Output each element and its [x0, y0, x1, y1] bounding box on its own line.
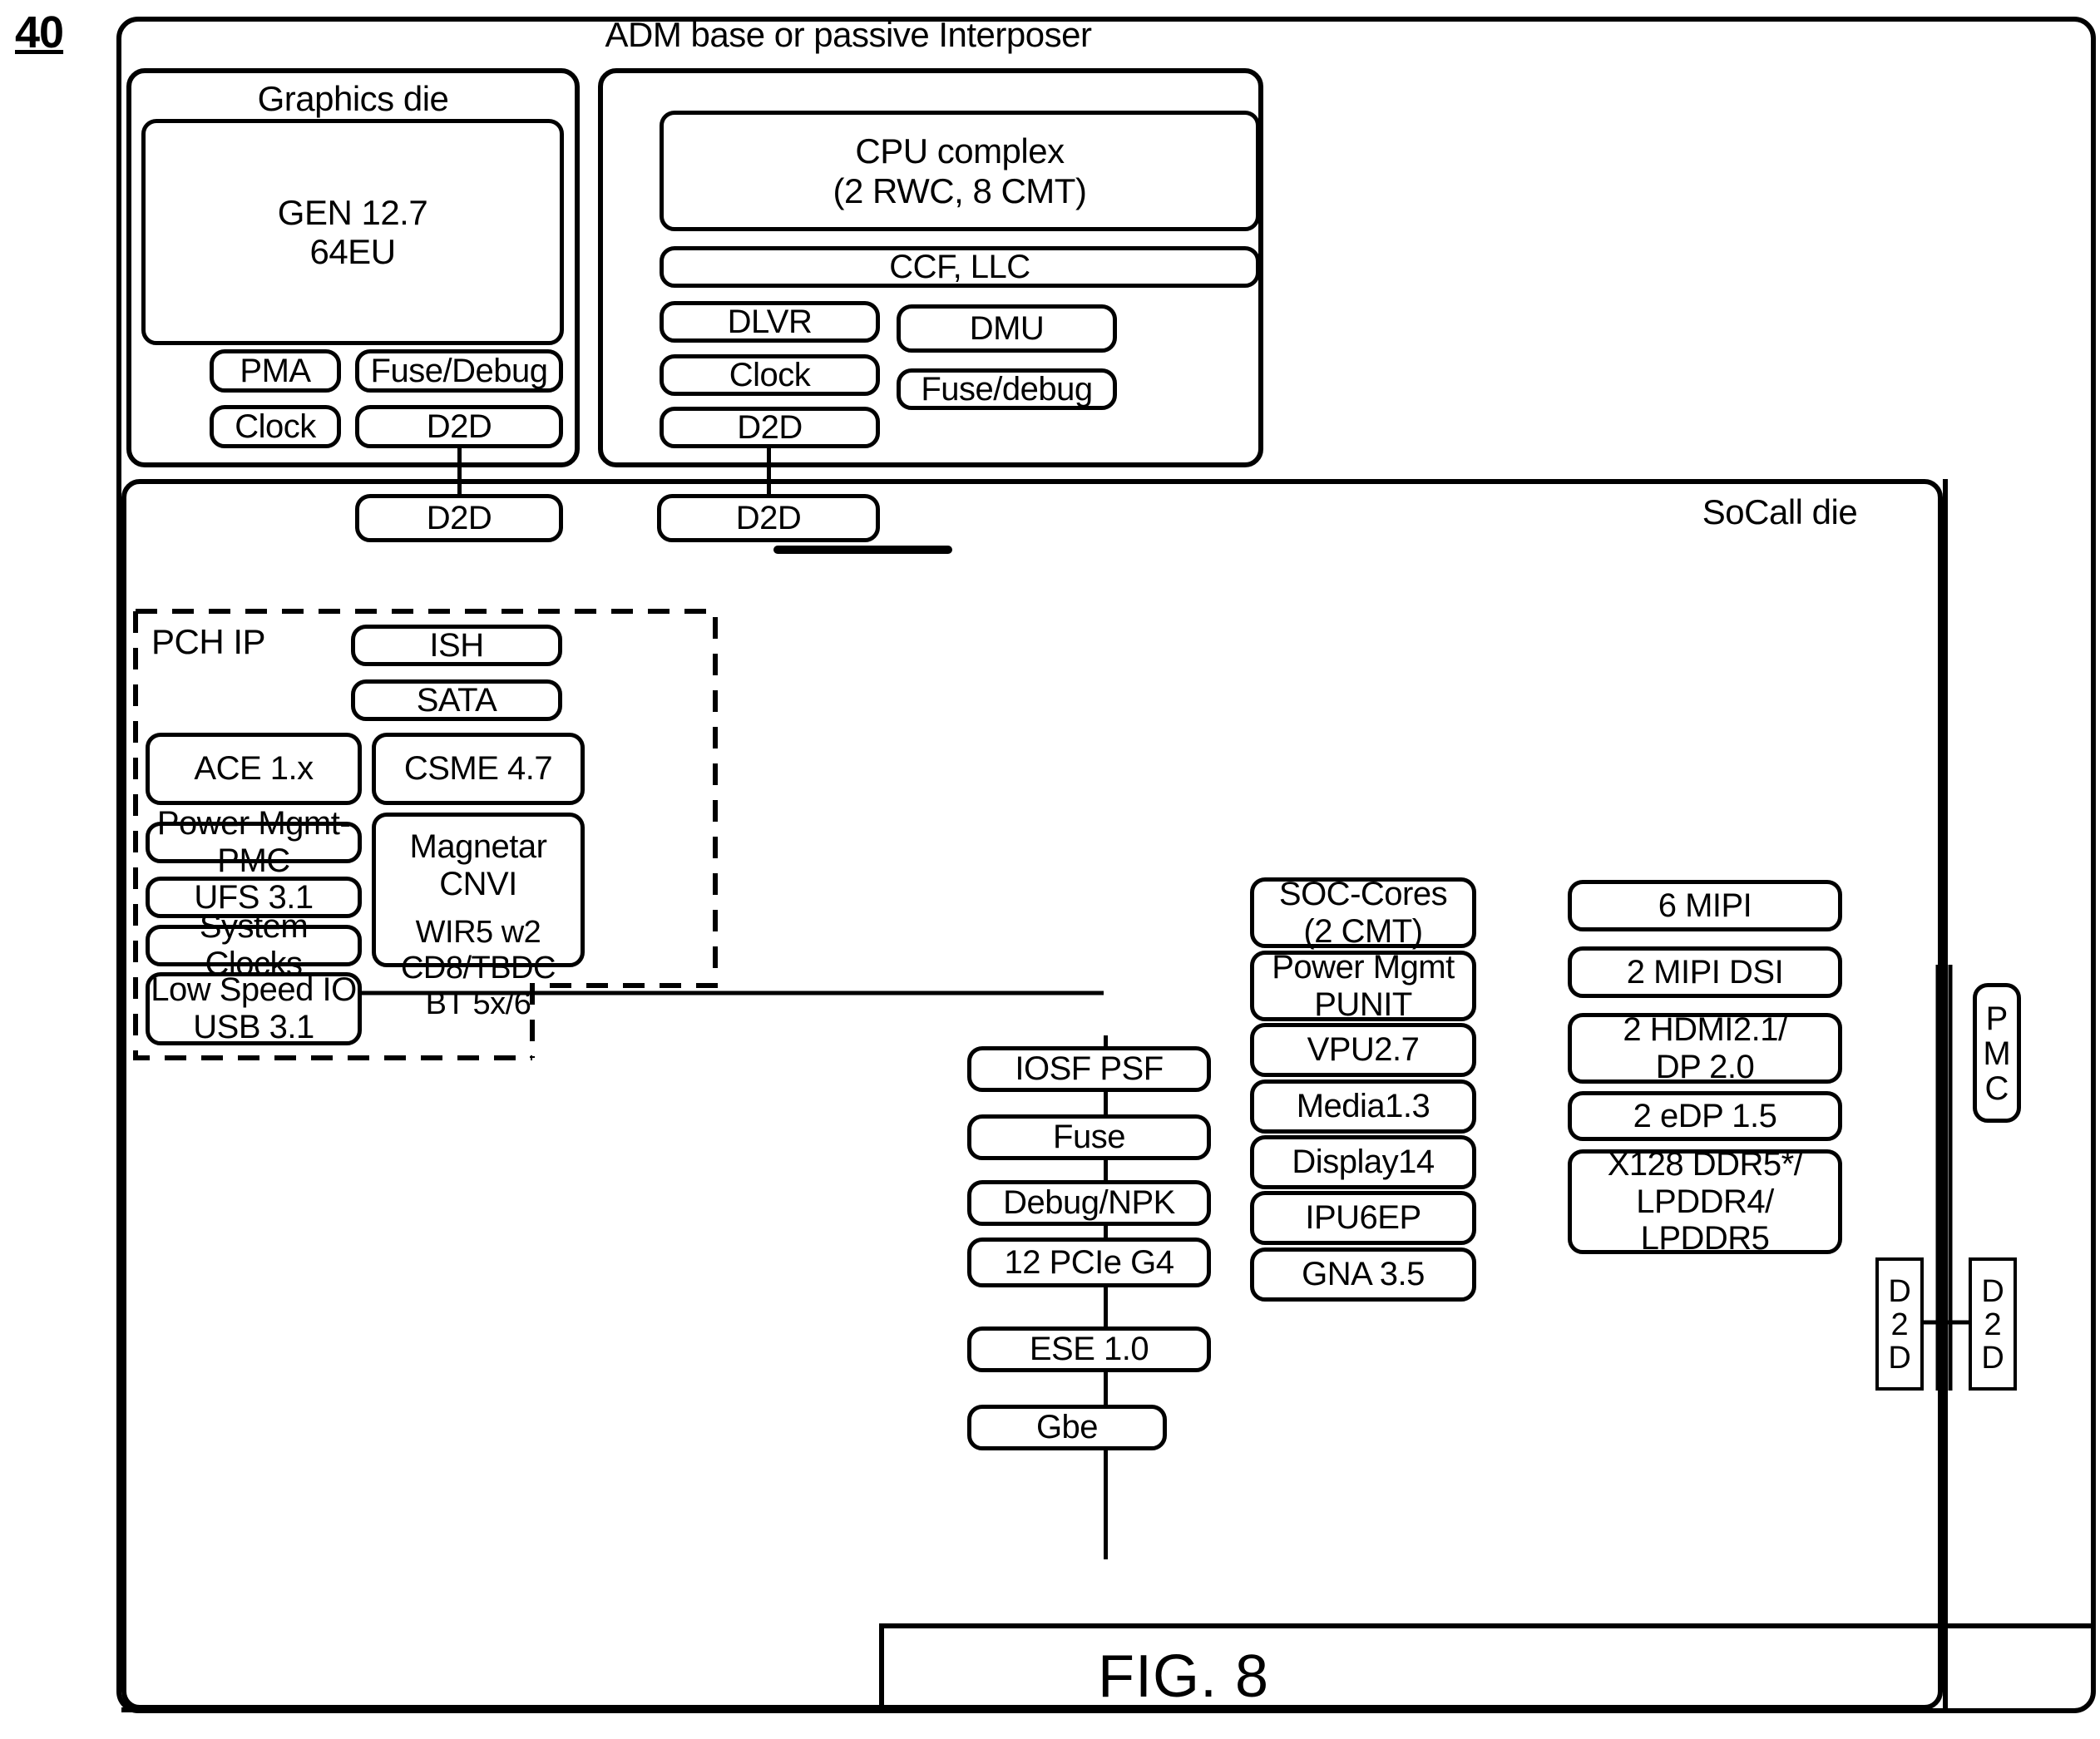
figure-reference-numeral: 40 [15, 7, 64, 57]
graphics-pma-block[interactable]: PMA [210, 349, 341, 393]
pch-ip-label: PCH IP [151, 622, 266, 661]
soc-d2d-edge-left[interactable]: D2D [1875, 1257, 1924, 1391]
d2d-bridge-right[interactable]: D2D [657, 494, 880, 542]
soc-pmc-block[interactable]: PMC [1973, 983, 2021, 1123]
soc-ddr-block[interactable]: X128 DDR5*/ LPDDR4/ LPDDR5 [1568, 1146, 1842, 1257]
ccf-llc-block[interactable]: CCF, LLC [660, 246, 1260, 288]
pch-magnetar-cnvi-block[interactable]: Magnetar CNVI WIR5 w2 CD8/TBDC BT 5x/6 [372, 813, 585, 1021]
dlvr-block[interactable]: DLVR [660, 301, 880, 343]
soc-vpu-block[interactable]: VPU2.7 [1250, 1023, 1476, 1077]
graphics-fuse-debug-block[interactable]: Fuse/Debug [355, 349, 563, 393]
soc-die-label: SoCall die [1702, 492, 1858, 531]
interposer-label: ADM base or passive Interposer [605, 15, 1092, 54]
dmu-block[interactable]: DMU [897, 304, 1117, 353]
soc-fuse-block[interactable]: Fuse [967, 1114, 1211, 1160]
soc-media-block[interactable]: Media1.3 [1250, 1079, 1476, 1134]
magnetar-cnvi-title: Magnetar CNVI [409, 828, 547, 902]
wire-cpu-d2d [767, 448, 771, 497]
soc-mipi-block[interactable]: 6 MIPI [1568, 880, 1842, 931]
cpu-complex-block[interactable]: CPU complex (2 RWC, 8 CMT) [660, 111, 1260, 231]
soc-debug-npk-block[interactable]: Debug/NPK [967, 1180, 1211, 1226]
soc-gbe-block[interactable]: Gbe [967, 1405, 1167, 1450]
pch-ish-block[interactable]: ISH [351, 625, 562, 666]
magnetar-cnvi-detail: WIR5 w2 CD8/TBDC BT 5x/6 [400, 914, 556, 1022]
wire-graphics-d2d [457, 448, 462, 497]
cpu-fuse-debug-block[interactable]: Fuse/debug [897, 368, 1117, 410]
pch-power-mgmt-pmc-block[interactable]: Power Mgmt-PMC [146, 805, 362, 879]
pch-ace-block[interactable]: ACE 1.x [146, 733, 362, 805]
cpu-d2d-block[interactable]: D2D [660, 407, 880, 448]
graphics-d2d-block[interactable]: D2D [355, 405, 563, 448]
figure-caption: FIG. 8 [1098, 1643, 1270, 1710]
soc-hdmi-dp-block[interactable]: 2 HDMI2.1/ DP 2.0 [1568, 1011, 1842, 1085]
pch-low-speed-io-block[interactable]: Low Speed IO USB 3.1 [146, 971, 362, 1045]
bottom-border-mask [126, 1622, 875, 1630]
soc-gna-block[interactable]: GNA 3.5 [1250, 1247, 1476, 1302]
soc-mipi-dsi-block[interactable]: 2 MIPI DSI [1568, 946, 1842, 998]
d2d-bridge-left[interactable]: D2D [355, 494, 563, 542]
gen-graphics-block[interactable]: GEN 12.7 64EU [141, 119, 564, 345]
soc-iosf-psf-block[interactable]: IOSF PSF [967, 1046, 1211, 1092]
soc-d2d-edge-right[interactable]: D2D [1969, 1257, 2017, 1391]
soc-pcie-block[interactable]: 12 PCIe G4 [967, 1238, 1211, 1287]
pch-system-clocks-block[interactable]: System Clocks [146, 908, 362, 982]
soc-edp-block[interactable]: 2 eDP 1.5 [1568, 1091, 1842, 1141]
soc-ipu-block[interactable]: IPU6EP [1250, 1191, 1476, 1245]
soc-display-block[interactable]: Display14 [1250, 1135, 1476, 1189]
cpu-clock-block[interactable]: Clock [660, 354, 880, 396]
pch-sata-block[interactable]: SATA [351, 679, 562, 721]
graphics-clock-block[interactable]: Clock [210, 405, 341, 448]
pch-csme-block[interactable]: CSME 4.7 [372, 733, 585, 805]
graphics-die-label: Graphics die [257, 79, 449, 118]
soc-cores-block[interactable]: SOC-Cores (2 CMT) [1250, 876, 1476, 950]
soc-ese-block[interactable]: ESE 1.0 [967, 1326, 1211, 1372]
soc-power-mgmt-punit-block[interactable]: Power Mgmt PUNIT [1250, 949, 1476, 1023]
